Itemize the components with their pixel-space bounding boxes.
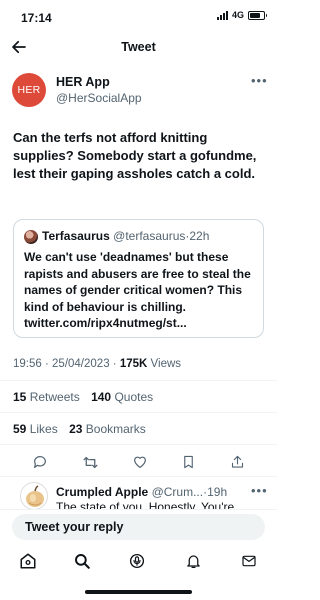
quotes-count: 140 xyxy=(91,390,112,404)
home-indicator[interactable] xyxy=(85,590,192,594)
engagement-row-1: 15 Retweets 140 Quotes xyxy=(13,390,153,404)
back-arrow-icon[interactable] xyxy=(10,38,28,56)
reply-age: 19h xyxy=(207,485,228,499)
network-label: 4G xyxy=(231,10,244,20)
quotes-label: Quotes xyxy=(114,390,154,404)
page-title: Tweet xyxy=(121,40,156,54)
status-time: 17:14 xyxy=(21,11,52,25)
reply-handle[interactable]: @Crum... xyxy=(152,485,204,499)
messages-icon[interactable] xyxy=(239,551,259,571)
bookmarks-label: Bookmarks xyxy=(85,422,146,436)
reply-avatar[interactable] xyxy=(20,482,48,510)
spaces-icon[interactable] xyxy=(127,551,147,571)
views-label: Views xyxy=(150,358,182,370)
signal-icon xyxy=(216,10,228,20)
home-icon[interactable] xyxy=(18,551,38,571)
quoted-text: We can't use 'deadnames' but these rapis… xyxy=(24,250,251,330)
more-options-icon[interactable]: ••• xyxy=(251,73,268,88)
retweets-stat[interactable]: 15 Retweets xyxy=(13,390,80,404)
share-icon[interactable] xyxy=(227,452,247,472)
divider xyxy=(0,476,277,477)
quoted-tweet[interactable]: Terfasaurus @terfasaurus·22h We can't us… xyxy=(13,219,264,338)
battery-icon xyxy=(248,10,267,20)
likes-stat[interactable]: 59 Likes xyxy=(13,422,58,436)
tweet-time: 19:56 xyxy=(13,358,42,370)
quoted-header: Terfasaurus @terfasaurus·22h xyxy=(42,229,209,243)
reply-name[interactable]: Crumpled Apple xyxy=(56,485,148,499)
author-name[interactable]: HER App xyxy=(56,75,110,89)
engagement-row-2: 59 Likes 23 Bookmarks xyxy=(13,422,146,436)
tweet-text: Can the terfs not afford knitting suppli… xyxy=(13,130,257,181)
divider xyxy=(0,444,277,445)
likes-label: Likes xyxy=(29,422,58,436)
meta-separator: · xyxy=(44,358,49,370)
retweet-icon[interactable] xyxy=(80,452,100,472)
author-avatar[interactable]: HER xyxy=(12,73,46,107)
quoted-avatar xyxy=(24,230,38,244)
divider xyxy=(0,412,277,413)
author-handle[interactable]: @HerSocialApp xyxy=(56,91,142,105)
tweet-date: 25/04/2023 xyxy=(52,358,110,370)
bookmarks-count: 23 xyxy=(69,422,83,436)
reply-more-options-icon[interactable]: ••• xyxy=(251,483,268,498)
retweets-count: 15 xyxy=(13,390,27,404)
quoted-handle: @terfasaurus xyxy=(113,229,186,243)
bookmarks-stat[interactable]: 23 Bookmarks xyxy=(69,422,146,436)
quotes-stat[interactable]: 140 Quotes xyxy=(91,390,153,404)
tweet-meta: 19:56 · 25/04/2023 · 175K Views xyxy=(13,358,181,370)
quoted-name: Terfasaurus xyxy=(42,229,110,243)
reply-header: Crumpled Apple @Crum...·19h xyxy=(56,485,227,499)
status-indicators: 4G xyxy=(216,10,267,20)
like-icon[interactable] xyxy=(130,452,150,472)
notifications-icon[interactable] xyxy=(183,551,203,571)
likes-count: 59 xyxy=(13,422,27,436)
divider xyxy=(0,380,277,381)
views-count: 175K xyxy=(119,358,148,370)
bookmark-icon[interactable] xyxy=(178,452,198,472)
retweets-label: Retweets xyxy=(29,390,80,404)
meta-separator: · xyxy=(112,358,117,370)
search-icon[interactable] xyxy=(72,551,92,571)
quoted-age: 22h xyxy=(189,229,210,243)
reply-input[interactable]: Tweet your reply xyxy=(12,514,265,540)
reply-icon[interactable] xyxy=(30,452,50,472)
